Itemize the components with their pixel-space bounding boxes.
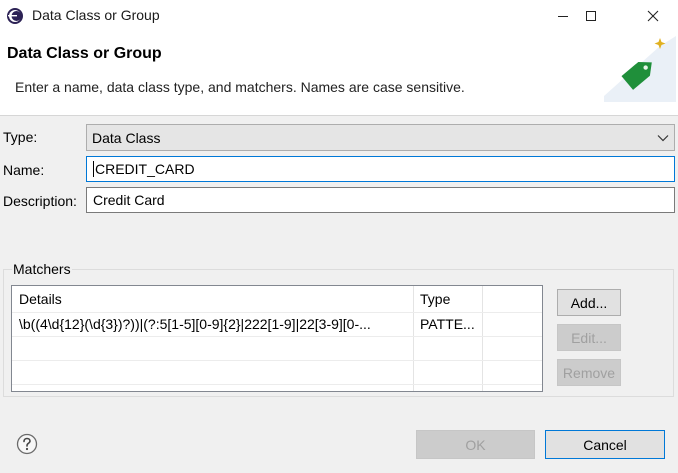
close-icon [647,10,659,22]
add-button[interactable]: Add... [557,289,621,316]
maximize-icon [586,11,596,21]
ok-button[interactable]: OK [416,430,535,459]
close-button[interactable] [630,0,676,32]
eclipse-icon [7,8,23,24]
matcher-details: \b((4\d{12}(\d{3})?))|(?:5[1-5][0-9]{2}|… [19,316,371,332]
edit-button[interactable]: Edit... [557,324,621,351]
maximize-button[interactable] [568,0,614,32]
help-icon[interactable] [16,433,38,455]
name-label: Name: [3,162,45,178]
chevron-down-icon [657,134,669,141]
type-dropdown[interactable]: Data Class [86,124,675,151]
window-title: Data Class or Group [32,7,160,23]
text-cursor [93,161,94,177]
name-value: CREDIT_CARD [95,161,195,177]
description-field[interactable]: Credit Card [86,187,675,213]
matchers-table[interactable]: Details Type \b((4\d{12}(\d{3})?))|(?:5[… [11,285,543,392]
cancel-button[interactable]: Cancel [545,430,665,459]
row-divider [12,360,542,361]
matchers-group-label: Matchers [12,261,72,277]
remove-button[interactable]: Remove [557,359,621,386]
description-label: Description: [3,193,77,209]
column-header-type[interactable]: Type [414,286,482,312]
type-value: Data Class [92,129,161,146]
matcher-type: PATTE... [420,316,475,332]
column-divider [482,286,483,391]
table-row[interactable]: \b((4\d{12}(\d{3})?))|(?:5[1-5][0-9]{2}|… [12,312,542,336]
tag-icon [604,36,676,102]
type-label: Type: [3,129,38,145]
row-divider [12,336,542,337]
column-header-details[interactable]: Details [13,286,413,312]
header-title: Data Class or Group [7,45,162,62]
row-divider [12,384,542,385]
header-description: Enter a name, data class type, and match… [15,79,465,95]
description-value: Credit Card [93,192,165,208]
name-field[interactable]: CREDIT_CARD [86,156,675,182]
